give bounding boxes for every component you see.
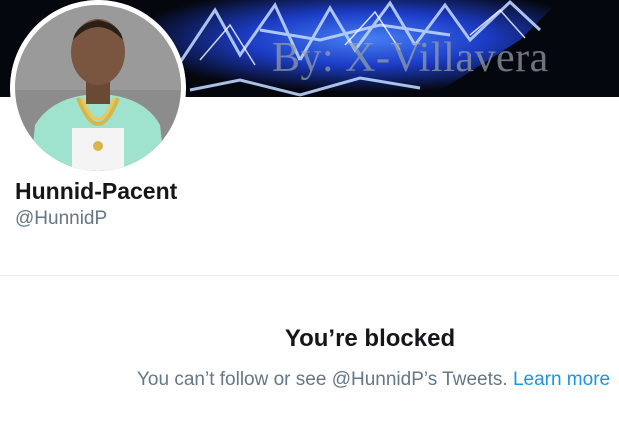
banner-watermark-text: By: X-Villavera <box>272 35 549 81</box>
divider <box>0 275 619 276</box>
profile-display-name: Hunnid-Pacent <box>15 178 178 204</box>
blocked-message: You can’t follow or see @HunnidP’s Tweet… <box>137 369 610 391</box>
profile-avatar[interactable] <box>10 0 186 176</box>
blocked-message-text: You can’t follow or see @HunnidP’s Tweet… <box>137 369 508 390</box>
profile-handle: @HunnidP <box>15 208 108 229</box>
blocked-title: You’re blocked <box>284 325 456 352</box>
learn-more-link[interactable]: Learn more <box>513 369 610 390</box>
